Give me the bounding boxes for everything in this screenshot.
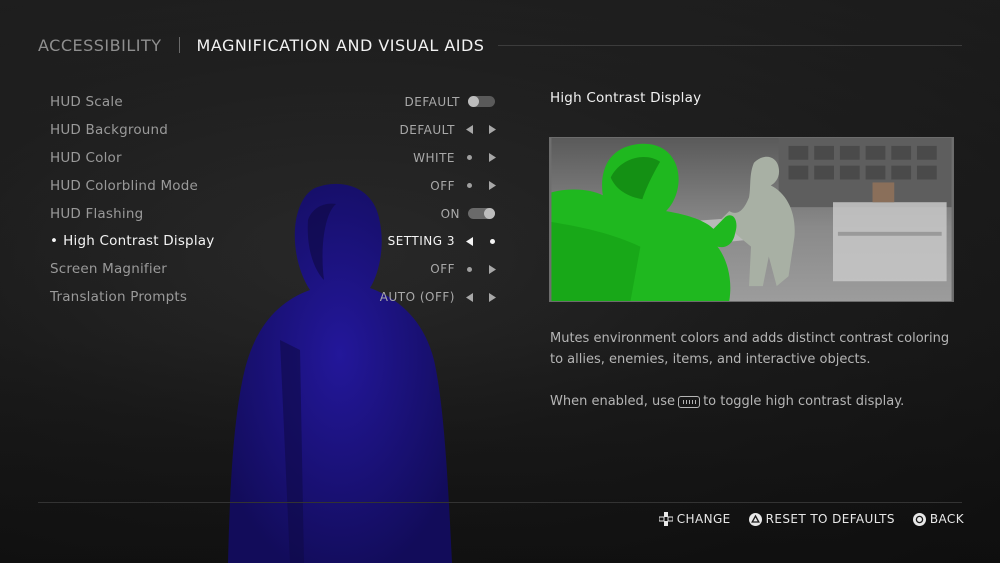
option-dot-icon	[486, 238, 498, 244]
hint-text-after: to toggle high contrast display.	[703, 394, 905, 409]
option-dot-icon	[463, 266, 475, 272]
setting-label: Translation Prompts	[50, 289, 188, 306]
toggle-switch[interactable]	[468, 96, 495, 108]
detail-hint: When enabled, use to toggle high contras…	[550, 391, 955, 412]
detail-panel: High Contrast Display Mutes environment …	[549, 90, 955, 409]
arrow-right-icon[interactable]	[486, 264, 498, 274]
back-label: BACK	[929, 512, 964, 526]
setting-control[interactable]: SETTING 3	[388, 234, 498, 248]
setting-row[interactable]: High Contrast Display SETTING 3	[50, 227, 498, 255]
setting-value: SETTING 3	[387, 234, 455, 249]
setting-label: HUD Scale	[50, 93, 123, 110]
setting-row[interactable]: Screen Magnifier OFF	[50, 255, 498, 283]
setting-value: WHITE	[413, 150, 455, 165]
detail-description: Mutes environment colors and adds distin…	[550, 331, 950, 367]
setting-row[interactable]: HUD Colorblind Mode OFF	[50, 172, 498, 200]
setting-row[interactable]: HUD Color WHITE	[50, 144, 498, 172]
change-label: CHANGE	[676, 512, 731, 526]
setting-row[interactable]: HUD Background DEFAULT	[50, 116, 498, 144]
footer-controls: CHANGE RESET TO DEFAULTS BACK	[658, 512, 964, 526]
arrow-right-icon[interactable]	[486, 292, 498, 302]
setting-label: HUD Flashing	[50, 205, 144, 222]
arrow-left-icon[interactable]	[463, 292, 475, 302]
setting-value: AUTO (OFF)	[379, 290, 455, 305]
setting-control[interactable]: AUTO (OFF)	[380, 290, 498, 304]
setting-value: DEFAULT	[404, 94, 460, 109]
arrow-left-icon[interactable]	[463, 236, 475, 246]
toggle-switch[interactable]	[468, 208, 495, 219]
breadcrumb-accessibility[interactable]: ACCESSIBILITY	[38, 36, 162, 55]
setting-label: Screen Magnifier	[50, 261, 168, 278]
arrow-right-icon[interactable]	[486, 181, 498, 191]
setting-label: HUD Color	[50, 149, 122, 166]
page-title: MAGNIFICATION AND VISUAL AIDS	[196, 35, 485, 55]
setting-value: DEFAULT	[399, 122, 455, 137]
circle-button-icon	[912, 512, 926, 526]
detail-title: High Contrast Display	[550, 90, 702, 106]
setting-control[interactable]: OFF	[430, 179, 498, 193]
footer-rule	[38, 502, 962, 503]
preview-image	[549, 137, 954, 302]
setting-control[interactable]: ON	[441, 207, 498, 221]
toggle-knob	[484, 208, 495, 219]
setting-control[interactable]: OFF	[430, 262, 498, 276]
setting-row[interactable]: HUD Scale DEFAULT	[50, 88, 498, 116]
option-dot-icon	[463, 183, 475, 189]
triangle-button-icon	[748, 512, 762, 526]
back-button[interactable]: BACK	[912, 512, 964, 526]
toggle-knob	[468, 96, 479, 108]
reset-label: RESET TO DEFAULTS	[765, 512, 895, 526]
setting-row[interactable]: Translation Prompts AUTO (OFF)	[50, 283, 498, 311]
setting-control[interactable]: WHITE	[413, 151, 498, 165]
setting-control[interactable]: DEFAULT	[405, 95, 498, 109]
setting-label: High Contrast Display	[50, 233, 214, 249]
setting-label: HUD Background	[50, 121, 169, 138]
page-header: ACCESSIBILITY MAGNIFICATION AND VISUAL A…	[38, 34, 962, 56]
arrow-right-icon[interactable]	[486, 125, 498, 135]
settings-list: HUD Scale DEFAULT HUD Background DEFAULT HUD…	[50, 88, 498, 311]
setting-value: ON	[440, 206, 460, 221]
header-rule	[498, 44, 962, 46]
dpad-icon	[658, 512, 673, 526]
setting-value: OFF	[430, 262, 455, 277]
header-divider	[178, 37, 180, 53]
arrow-left-icon[interactable]	[463, 125, 475, 135]
reset-defaults-button[interactable]: RESET TO DEFAULTS	[748, 512, 895, 526]
arrow-right-icon[interactable]	[486, 153, 498, 163]
hint-text-before: When enabled, use	[550, 394, 676, 409]
setting-control[interactable]: DEFAULT	[400, 123, 498, 137]
setting-row[interactable]: HUD Flashing ON	[50, 200, 498, 228]
touchpad-icon	[678, 395, 701, 408]
setting-value: OFF	[430, 178, 455, 193]
setting-label: HUD Colorblind Mode	[50, 177, 199, 194]
change-button[interactable]: CHANGE	[658, 512, 731, 526]
option-dot-icon	[463, 155, 475, 161]
